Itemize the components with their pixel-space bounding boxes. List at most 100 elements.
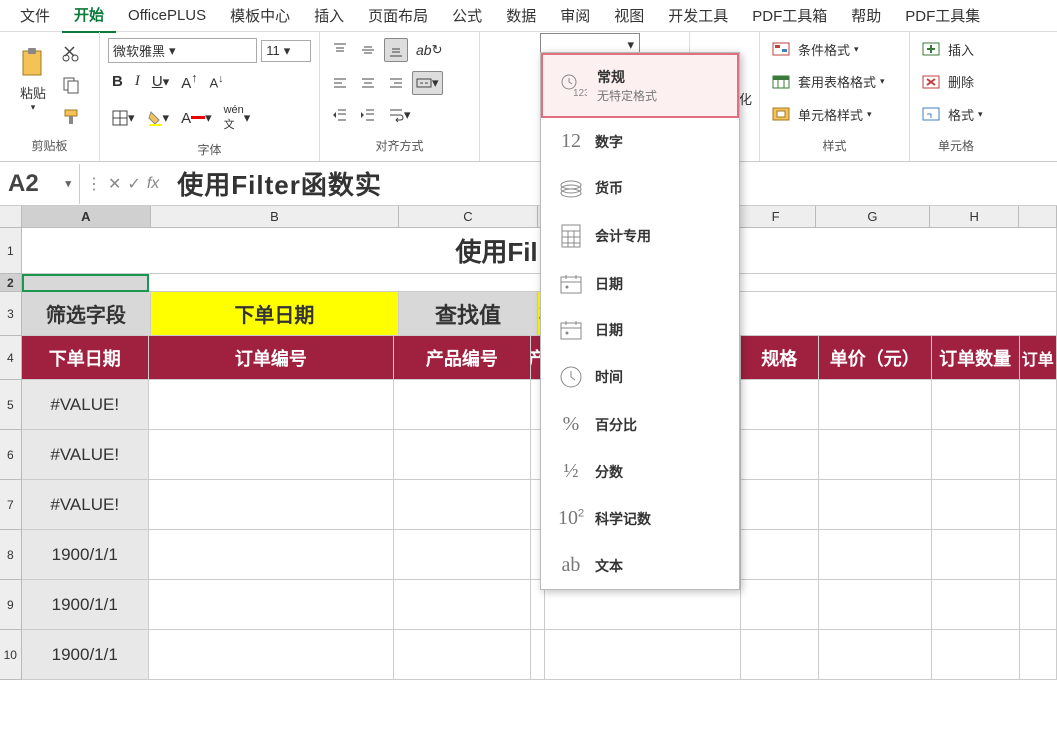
cell-H4[interactable]: 订单数量 <box>932 336 1020 380</box>
cell-C3[interactable]: 查找值 <box>399 292 538 336</box>
fill-color-button[interactable]: ▾ <box>143 106 174 130</box>
cell-C8[interactable] <box>394 530 531 580</box>
merge-button[interactable]: ▾ <box>412 71 443 95</box>
cell-F8[interactable] <box>741 530 819 580</box>
row-header-9[interactable]: 9 <box>0 580 22 630</box>
cell-I9[interactable] <box>1020 580 1057 630</box>
menu-item-8[interactable]: 审阅 <box>548 0 602 32</box>
row-header-6[interactable]: 6 <box>0 430 22 480</box>
row-header-1[interactable]: 1 <box>0 228 22 274</box>
indent-decrease-button[interactable] <box>328 103 352 127</box>
row-header-8[interactable]: 8 <box>0 530 22 580</box>
cell-I5[interactable] <box>1020 380 1057 430</box>
cell-F6[interactable] <box>741 430 819 480</box>
cell-G7[interactable] <box>819 480 932 530</box>
cell-I6[interactable] <box>1020 430 1057 480</box>
cell-B4[interactable]: 订单编号 <box>149 336 394 380</box>
insert-cells-button[interactable] <box>918 38 944 60</box>
cell-G8[interactable] <box>819 530 932 580</box>
format-option-4[interactable]: 日期 <box>541 261 739 307</box>
align-center-button[interactable] <box>356 71 380 95</box>
cell-H5[interactable] <box>932 380 1020 430</box>
align-middle-button[interactable] <box>356 38 380 62</box>
cell-A10[interactable]: 1900/1/1 <box>22 630 149 680</box>
delete-cells-button[interactable] <box>918 71 944 93</box>
font-name-select[interactable]: 微软雅黑▾ <box>108 38 257 63</box>
cell-B3[interactable]: 下单日期 <box>151 292 399 336</box>
fx-icon[interactable]: fx <box>147 175 159 193</box>
cell-E10[interactable] <box>545 630 741 680</box>
menu-item-2[interactable]: OfficePLUS <box>116 1 218 30</box>
cell-I4[interactable]: 订单 <box>1020 336 1057 380</box>
cell-B7[interactable] <box>149 480 394 530</box>
cell-F10[interactable] <box>741 630 819 680</box>
font-color-button[interactable]: A▾ <box>177 106 216 131</box>
col-header-A[interactable]: A <box>22 206 151 228</box>
conditional-format-button[interactable] <box>768 38 794 60</box>
cell-I8[interactable] <box>1020 530 1057 580</box>
cell-F5[interactable] <box>741 380 819 430</box>
row-header-5[interactable]: 5 <box>0 380 22 430</box>
name-box[interactable]: A2 ▾ <box>0 164 80 204</box>
cell-G6[interactable] <box>819 430 932 480</box>
menu-item-12[interactable]: 帮助 <box>839 0 893 32</box>
row-header-10[interactable]: 10 <box>0 630 22 680</box>
underline-button[interactable]: U▾ <box>148 69 173 94</box>
menu-item-0[interactable]: 文件 <box>8 0 62 32</box>
cell-B6[interactable] <box>149 430 394 480</box>
format-option-3[interactable]: 会计专用 <box>541 211 739 261</box>
format-option-6[interactable]: 时间 <box>541 353 739 401</box>
cell-H7[interactable] <box>932 480 1020 530</box>
col-header-F[interactable]: F <box>736 206 815 228</box>
border-button[interactable]: ▾ <box>108 106 139 130</box>
col-header-extra[interactable] <box>1019 206 1057 228</box>
cell-A4[interactable]: 下单日期 <box>22 336 149 380</box>
align-top-button[interactable] <box>328 38 352 62</box>
cell-B9[interactable] <box>149 580 394 630</box>
cell-style-button[interactable] <box>768 103 794 125</box>
cell-A5[interactable]: #VALUE! <box>22 380 149 430</box>
menu-item-5[interactable]: 页面布局 <box>356 0 440 32</box>
cell-C9[interactable] <box>394 580 531 630</box>
cell-H6[interactable] <box>932 430 1020 480</box>
cell-D10[interactable] <box>531 630 545 680</box>
row-header-7[interactable]: 7 <box>0 480 22 530</box>
align-right-button[interactable] <box>384 71 408 95</box>
cell-C5[interactable] <box>394 380 531 430</box>
menu-item-11[interactable]: PDF工具箱 <box>740 0 839 32</box>
cell-B8[interactable] <box>149 530 394 580</box>
fx-cancel-icon[interactable]: ✕ <box>108 174 121 194</box>
cell-G9[interactable] <box>819 580 932 630</box>
cell-C10[interactable] <box>394 630 531 680</box>
format-painter-button[interactable] <box>58 104 84 130</box>
align-left-button[interactable] <box>328 71 352 95</box>
paste-button[interactable]: 粘贴 ▾ <box>8 36 58 124</box>
format-option-0[interactable]: 123常规无特定格式 <box>541 53 739 118</box>
cell-A3[interactable]: 筛选字段 <box>22 292 151 336</box>
menu-item-13[interactable]: PDF工具集 <box>893 0 992 32</box>
bold-button[interactable]: B <box>108 69 127 94</box>
select-all-corner[interactable] <box>0 206 22 228</box>
cell-A7[interactable]: #VALUE! <box>22 480 149 530</box>
row-header-2[interactable]: 2 <box>0 274 22 292</box>
menu-item-1[interactable]: 开始 <box>62 0 116 33</box>
row-header-4[interactable]: 4 <box>0 336 22 380</box>
format-option-10[interactable]: ab文本 <box>541 542 739 589</box>
italic-button[interactable]: I <box>131 69 144 94</box>
cell-title-left[interactable]: 使用Fil <box>22 228 545 274</box>
cell-F9[interactable] <box>741 580 819 630</box>
cell-C7[interactable] <box>394 480 531 530</box>
cell-G5[interactable] <box>819 380 932 430</box>
cell-B10[interactable] <box>149 630 394 680</box>
cell-F4[interactable]: 规格 <box>741 336 819 380</box>
orientation-button[interactable]: ab↻ <box>412 38 446 62</box>
cell-H9[interactable] <box>932 580 1020 630</box>
cell-G4[interactable]: 单价（元） <box>819 336 932 380</box>
align-bottom-button[interactable] <box>384 38 408 62</box>
format-option-7[interactable]: %百分比 <box>541 401 739 448</box>
font-grow-button[interactable]: A↑ <box>177 67 201 96</box>
fx-dropdown-icon[interactable]: ⋮ <box>86 174 102 194</box>
cut-button[interactable] <box>58 40 84 66</box>
col-header-G[interactable]: G <box>816 206 930 228</box>
menu-item-4[interactable]: 插入 <box>302 0 356 32</box>
